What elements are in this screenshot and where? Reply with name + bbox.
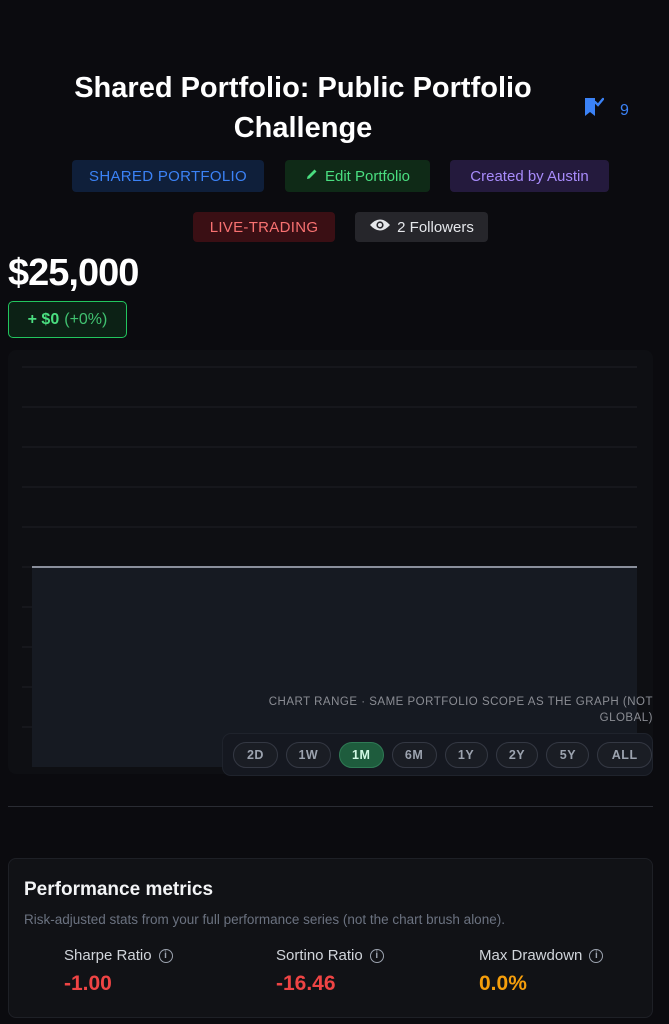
metric-sharpe: Sharpe Ratio i -1.00: [64, 947, 173, 996]
info-icon[interactable]: i: [589, 948, 604, 963]
bookmark-count: 9: [620, 101, 629, 119]
created-by-badge[interactable]: Created by Austin: [450, 160, 609, 192]
metric-value: -1.00: [64, 972, 112, 995]
performance-metrics-card: Performance metrics Risk-adjusted stats …: [8, 858, 653, 1018]
range-option-all[interactable]: ALL: [597, 741, 653, 768]
metric-label: Sortino Ratio: [276, 947, 363, 964]
page-title: Shared Portfolio: Public Portfolio Chall…: [74, 72, 532, 144]
portfolio-value: $25,000: [8, 252, 139, 294]
metrics-title: Performance metrics: [24, 879, 214, 900]
range-option-1y[interactable]: 1Y: [444, 741, 488, 768]
live-trading-badge: LIVE-TRADING: [193, 212, 335, 242]
edit-portfolio-label: Edit Portfolio: [324, 167, 411, 185]
info-icon[interactable]: i: [158, 948, 173, 963]
metric-sortino: Sortino Ratio i -16.46: [276, 947, 384, 996]
change-percent: (+0%): [64, 310, 108, 328]
followers-label: 2 Followers: [397, 218, 474, 236]
eye-icon: [369, 218, 391, 236]
metrics-subtitle: Risk-adjusted stats from your full perfo…: [24, 912, 505, 927]
shared-portfolio-badge: SHARED PORTFOLIO: [72, 160, 264, 192]
edit-portfolio-button[interactable]: Edit Portfolio: [285, 160, 430, 192]
bookmark-check-icon: [582, 96, 605, 125]
range-option-6m[interactable]: 6M: [391, 741, 437, 768]
range-option-2y[interactable]: 2Y: [495, 741, 539, 768]
chart-range-note: CHART RANGE · SAME PORTFOLIO SCOPE AS TH…: [268, 696, 653, 724]
info-icon[interactable]: i: [369, 948, 384, 963]
range-option-2d[interactable]: 2D: [233, 741, 278, 768]
range-option-1w[interactable]: 1W: [285, 741, 331, 768]
bookmark-button[interactable]: 9: [582, 96, 629, 125]
metric-max-drawdown: Max Drawdown i 0.0%: [479, 947, 604, 996]
metric-label: Sharpe Ratio: [64, 947, 152, 964]
portfolio-change-badge: + $0 (+0%): [8, 301, 127, 338]
metric-value: 0.0%: [479, 972, 527, 995]
range-option-1m[interactable]: 1M: [338, 741, 384, 768]
chart-range-selector: 2D 1W 1M 6M 1Y 2Y 5Y ALL: [222, 733, 653, 776]
change-amount: + $0: [27, 310, 60, 328]
pencil-icon: [305, 167, 319, 185]
followers-badge[interactable]: 2 Followers: [355, 212, 488, 242]
range-option-5y[interactable]: 5Y: [546, 741, 590, 768]
metric-label: Max Drawdown: [479, 947, 583, 964]
section-divider: [8, 806, 653, 807]
metric-value: -16.46: [276, 972, 336, 995]
